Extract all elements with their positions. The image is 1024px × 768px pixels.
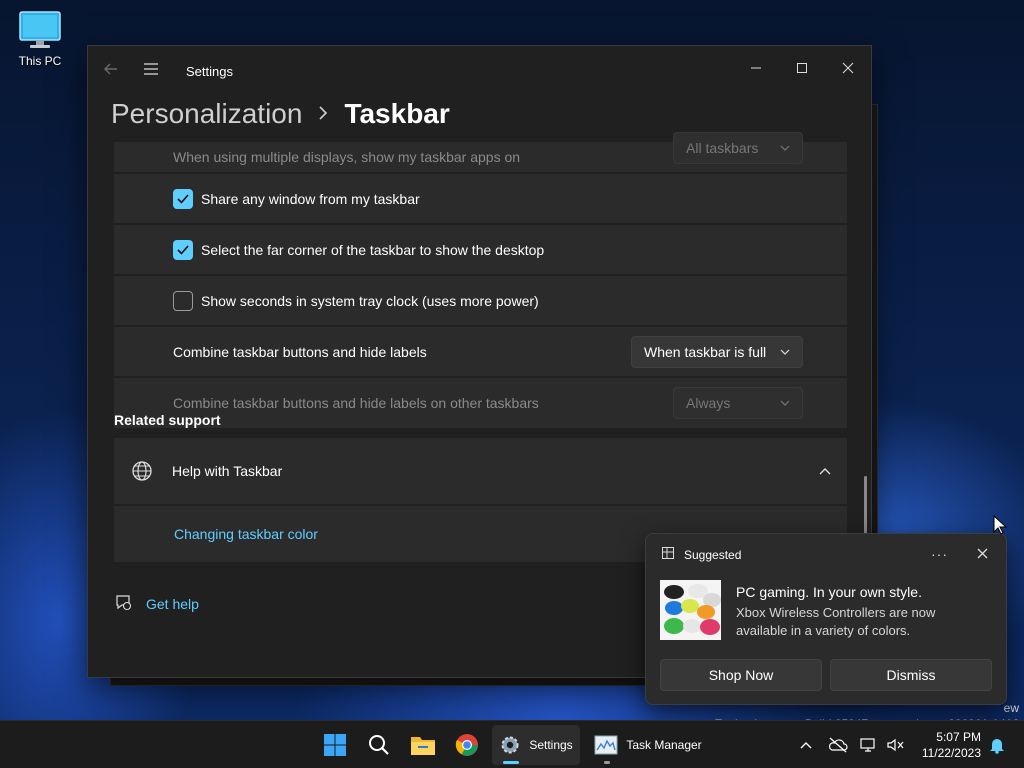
toast-app-name: Suggested: [684, 547, 742, 562]
xbox-controllers-image: [660, 580, 721, 640]
checkmark-icon: [177, 193, 189, 204]
combine-other-dropdown[interactable]: Always: [673, 387, 803, 419]
share-window-checkbox[interactable]: [173, 188, 193, 209]
folder-icon: [411, 737, 435, 755]
bell-icon: [990, 739, 1004, 754]
changing-taskbar-color-link[interactable]: Changing taskbar color: [174, 526, 318, 542]
chevron-up-icon[interactable]: [819, 462, 831, 480]
notification-toast[interactable]: Suggested ··· PC gaming. In your own sty…: [645, 533, 1007, 705]
taskbar-settings-label: Settings: [529, 738, 573, 752]
windows-logo-icon: [324, 734, 346, 756]
toast-close-icon[interactable]: [977, 546, 988, 564]
hamburger-menu-icon[interactable]: [142, 60, 162, 80]
minimize-button[interactable]: [733, 52, 779, 84]
desktop-icon-label: This PC: [18, 54, 62, 68]
far-corner-checkbox[interactable]: [173, 239, 193, 260]
combine-value: When taskbar is full: [644, 343, 767, 360]
chevron-right-icon: [318, 104, 328, 125]
multi-display-dropdown[interactable]: All taskbars: [673, 132, 803, 164]
task-manager-icon: [594, 735, 618, 755]
toast-heading: PC gaming. In your own style.: [736, 584, 922, 600]
taskbar-task-manager-label: Task Manager: [626, 738, 702, 752]
breadcrumb: Personalization Taskbar: [111, 94, 450, 134]
far-corner-label: Select the far corner of the taskbar to …: [201, 241, 545, 258]
help-with-taskbar-row[interactable]: Help with Taskbar: [114, 438, 847, 504]
maximize-button[interactable]: [779, 52, 825, 84]
notifications-button[interactable]: [986, 725, 1008, 765]
get-help-label: Get help: [146, 595, 199, 612]
toast-body: Xbox Wireless Controllers are now availa…: [736, 605, 936, 638]
chevron-down-icon: [780, 400, 790, 406]
monitor-icon: [19, 11, 61, 48]
search-button[interactable]: [360, 725, 398, 765]
clock[interactable]: 5:07 PM 11/22/2023: [922, 729, 981, 761]
share-window-row[interactable]: Share any window from my taskbar: [114, 174, 847, 223]
close-icon: [842, 62, 854, 74]
multi-display-value: All taskbars: [686, 140, 759, 156]
taskbar-task-manager-button[interactable]: Task Manager: [588, 725, 708, 765]
checkmark-icon: [177, 244, 189, 255]
far-corner-row[interactable]: Select the far corner of the taskbar to …: [114, 225, 847, 274]
globe-icon: [131, 460, 153, 482]
scrollbar[interactable]: [864, 476, 867, 536]
cloud-offline-icon: [828, 737, 848, 753]
shop-now-button[interactable]: Shop Now: [660, 659, 822, 691]
show-seconds-label: Show seconds in system tray clock (uses …: [201, 292, 539, 309]
chevron-up-icon: [800, 742, 812, 749]
combine-dropdown[interactable]: When taskbar is full: [631, 335, 803, 368]
chevron-down-icon: [780, 145, 790, 151]
settings-gear-icon: [501, 736, 519, 754]
dismiss-button[interactable]: Dismiss: [830, 659, 992, 691]
network-icon: [860, 738, 875, 752]
page-title: Taskbar: [344, 98, 450, 129]
show-seconds-row[interactable]: Show seconds in system tray clock (uses …: [114, 276, 847, 325]
get-help-link[interactable]: Get help: [114, 593, 199, 614]
multi-display-label: When using multiple displays, show my ta…: [173, 149, 521, 165]
mouse-cursor-icon: [993, 515, 1007, 535]
volume-tray-button[interactable]: [884, 725, 906, 765]
help-chat-icon: [114, 593, 132, 614]
minimize-icon: [751, 67, 761, 69]
volume-muted-icon: [887, 738, 904, 752]
more-options-icon[interactable]: ···: [931, 546, 948, 562]
combine-label: Combine taskbar buttons and hide labels: [173, 343, 427, 360]
combine-other-value: Always: [686, 395, 731, 411]
file-explorer-button[interactable]: [404, 725, 442, 765]
clock-time: 5:07 PM: [936, 730, 981, 744]
tips-app-icon: [662, 547, 674, 562]
back-arrow-icon[interactable]: [102, 60, 122, 80]
share-window-label: Share any window from my taskbar: [201, 190, 420, 207]
window-title: Settings: [186, 64, 233, 79]
network-tray-button[interactable]: [858, 725, 880, 765]
taskbar: Settings Task Manager 5:07 PM 11/22/2023: [0, 720, 1024, 768]
search-icon: [369, 735, 389, 755]
taskbar-settings-button[interactable]: Settings: [492, 725, 580, 765]
active-indicator: [503, 761, 519, 764]
show-hidden-icons-button[interactable]: [795, 725, 817, 765]
maximize-icon: [797, 63, 807, 73]
help-with-taskbar-label: Help with Taskbar: [172, 463, 283, 479]
combine-row: Combine taskbar buttons and hide labels …: [114, 327, 847, 376]
chrome-button[interactable]: [448, 725, 486, 765]
close-button[interactable]: [825, 52, 871, 84]
related-support-title: Related support: [114, 412, 221, 428]
clock-date: 11/22/2023: [921, 746, 981, 760]
breadcrumb-parent[interactable]: Personalization: [111, 98, 302, 130]
toast-header: Suggested: [662, 547, 741, 562]
running-indicator: [604, 761, 610, 764]
show-seconds-checkbox[interactable]: [173, 290, 193, 311]
start-button[interactable]: [316, 725, 354, 765]
multi-display-row: When using multiple displays, show my ta…: [114, 132, 847, 172]
desktop-icon-this-pc[interactable]: This PC: [12, 10, 68, 68]
combine-other-row: Combine taskbar buttons and hide labels …: [114, 378, 847, 428]
chrome-icon: [455, 734, 478, 756]
title-bar[interactable]: Settings: [88, 46, 871, 94]
chevron-down-icon: [780, 349, 790, 355]
combine-other-label: Combine taskbar buttons and hide labels …: [173, 395, 539, 411]
onedrive-tray-button[interactable]: [826, 725, 850, 765]
